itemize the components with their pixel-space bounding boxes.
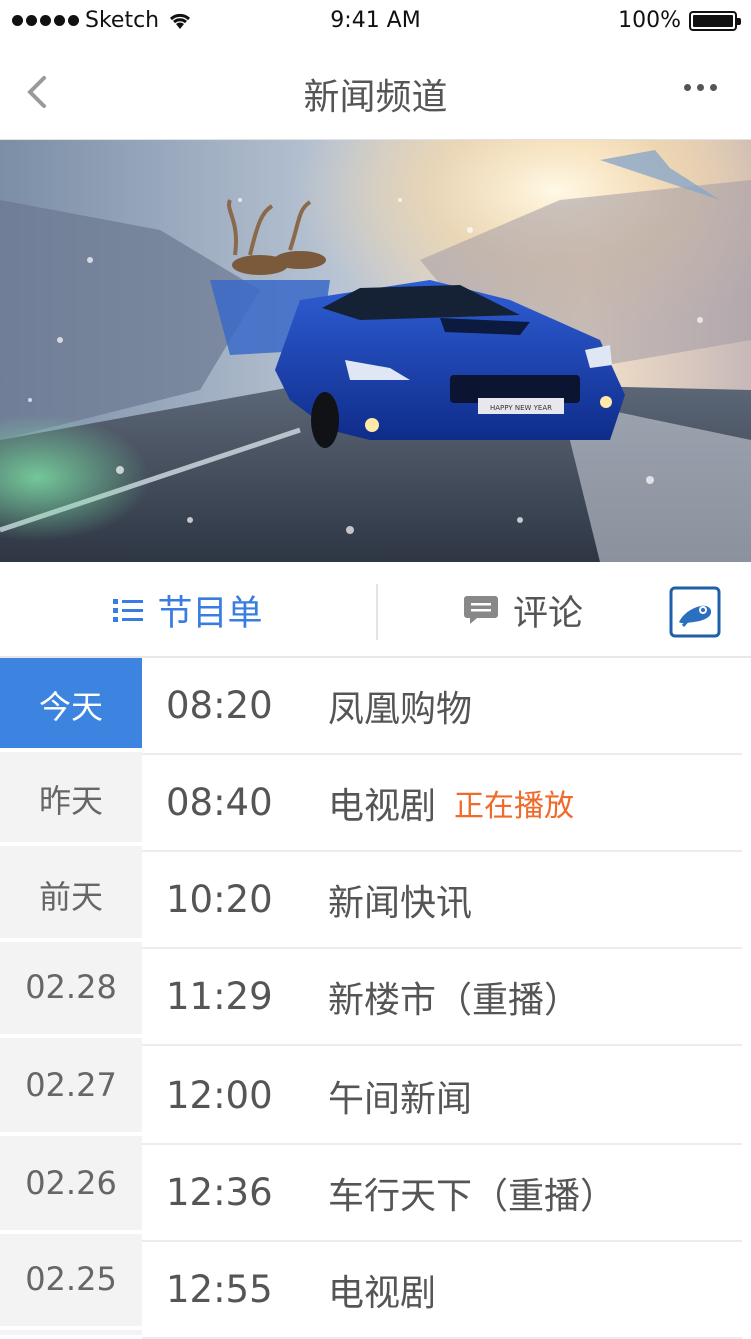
program-time: 11:29 bbox=[166, 975, 273, 1018]
battery-icon bbox=[689, 10, 741, 31]
date-column: 今天 昨天 前天 02.28 02.27 02.26 02.25 bbox=[0, 658, 142, 1335]
tab-schedule[interactable]: 节目单 bbox=[0, 562, 376, 658]
status-right: 100% bbox=[618, 8, 741, 33]
program-row[interactable]: 10:20 新闻快讯 bbox=[142, 852, 742, 949]
program-name: 新闻快讯 bbox=[328, 882, 473, 924]
program-row[interactable]: 12:36 车行天下（重播） bbox=[142, 1145, 742, 1242]
status-bar: Sketch 9:41 AM 100% bbox=[0, 0, 751, 44]
comment-icon bbox=[463, 596, 498, 624]
program-name: 凤凰购物 bbox=[328, 688, 473, 730]
banner-image[interactable]: HAPPY NEW YEAR bbox=[0, 140, 751, 562]
battery-percent: 100% bbox=[618, 8, 681, 33]
date-item-today[interactable]: 今天 bbox=[0, 658, 142, 752]
date-item-0228[interactable]: 02.28 bbox=[0, 944, 142, 1038]
program-row[interactable]: 12:00 午间新闻 bbox=[142, 1048, 742, 1145]
program-row[interactable]: 12:55 电视剧 bbox=[142, 1242, 742, 1339]
program-row[interactable]: 08:40 电视剧 正在播放 bbox=[142, 755, 742, 852]
program-name: 电视剧 bbox=[328, 785, 437, 827]
program-name: 午间新闻 bbox=[328, 1078, 473, 1120]
date-item-0227[interactable]: 02.27 bbox=[0, 1042, 142, 1136]
date-item-0226[interactable]: 02.26 bbox=[0, 1140, 142, 1234]
program-time: 12:36 bbox=[166, 1171, 273, 1214]
program-time: 12:00 bbox=[166, 1074, 273, 1117]
now-playing-badge: 正在播放 bbox=[454, 788, 575, 824]
date-item-day-before[interactable]: 前天 bbox=[0, 848, 142, 942]
date-item-yesterday[interactable]: 昨天 bbox=[0, 752, 142, 846]
program-time: 10:20 bbox=[166, 878, 273, 921]
list-icon bbox=[113, 599, 144, 622]
page-title: 新闻频道 bbox=[303, 77, 448, 118]
nav-bar: 新闻频道 bbox=[0, 44, 751, 140]
license-plate-text: HAPPY NEW YEAR bbox=[490, 404, 552, 412]
program-time: 08:40 bbox=[166, 781, 273, 824]
program-name: 车行天下（重播） bbox=[328, 1175, 617, 1217]
program-time: 08:20 bbox=[166, 684, 273, 727]
program-row[interactable]: 11:29 新楼市（重播） bbox=[142, 949, 742, 1046]
program-name: 新楼市（重播） bbox=[328, 979, 581, 1021]
tab-bar: 节目单 评论 bbox=[0, 562, 751, 658]
program-name: 电视剧 bbox=[328, 1272, 437, 1314]
date-item-0225[interactable]: 02.25 bbox=[0, 1236, 142, 1330]
share-weibo-button[interactable] bbox=[669, 586, 721, 638]
tab-comments[interactable]: 评论 bbox=[378, 562, 668, 658]
tab-comments-label: 评论 bbox=[512, 593, 583, 634]
more-button[interactable] bbox=[684, 84, 717, 91]
program-row[interactable]: 08:20 凤凰购物 bbox=[142, 658, 742, 755]
more-icon-dot bbox=[684, 84, 691, 91]
program-time: 12:55 bbox=[166, 1268, 273, 1311]
tab-schedule-label: 节目单 bbox=[157, 593, 263, 634]
